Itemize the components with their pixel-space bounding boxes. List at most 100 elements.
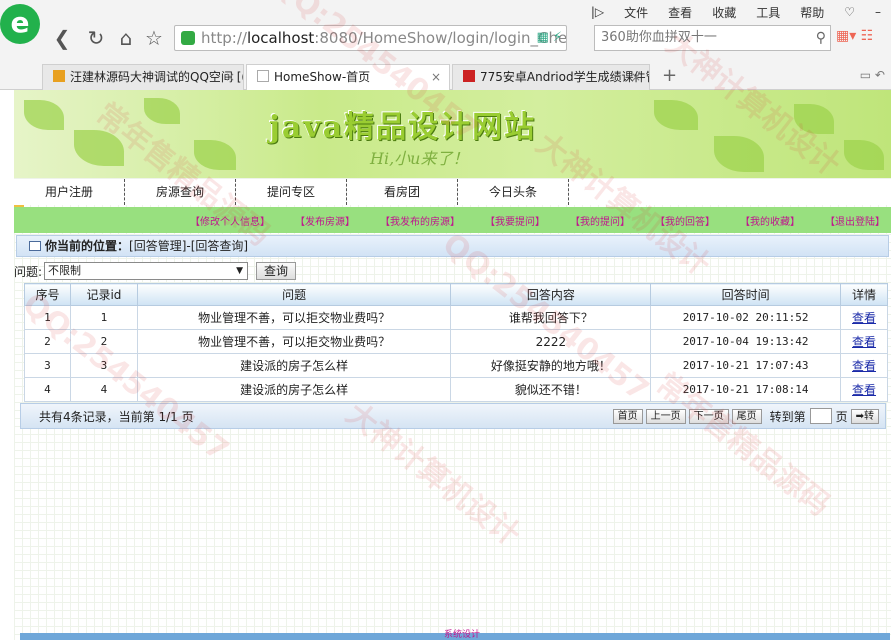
skin-icon[interactable]: ♡ — [844, 5, 855, 19]
secure-shield-icon — [181, 31, 195, 45]
site-subtitle: Hi,小u来了！ — [370, 149, 469, 168]
page-number-input[interactable] — [809, 408, 832, 424]
filter-label: 问题: — [14, 264, 43, 279]
subnav-my-questions[interactable]: 【我的提问】 — [570, 213, 630, 228]
cell-id: 2 — [69, 329, 138, 354]
location-path: [回答管理]-[回答查询] — [129, 239, 249, 253]
nav-viewing-group[interactable]: 看房团 — [347, 179, 458, 205]
cell-no: 3 — [24, 353, 71, 378]
compat-mode-icon[interactable]: ▦ ⚡ — [536, 26, 562, 50]
subnav-publish-house[interactable]: 【发布房源】 — [295, 213, 355, 228]
subnav-logout[interactable]: 【退出登陆】 — [825, 213, 885, 228]
subnav-edit-profile[interactable]: 【修改个人信息】 — [190, 213, 270, 228]
table-row: 4 4 建设派的房子怎么样 貌似还不错！ 2017-10-21 17:08:14… — [24, 377, 888, 402]
cell-detail: 查看 — [840, 377, 888, 402]
restore-tabs-icon[interactable]: ▭ ↶ — [860, 68, 885, 82]
refresh-icon[interactable]: ↻ — [84, 26, 108, 50]
cell-detail: 查看 — [840, 353, 888, 378]
question-select-value: 不限制 — [48, 264, 82, 277]
menu-help[interactable]: 帮助 — [800, 4, 824, 21]
home-icon[interactable]: ⌂ — [114, 26, 138, 50]
tab-label: 汪建林源码大神调试的QQ空间 [( — [70, 70, 244, 84]
col-header: 详情 — [840, 283, 888, 306]
page-favicon-icon — [257, 70, 269, 82]
cell-time: 2017-10-04 19:13:42 — [650, 329, 842, 354]
cell-answer: 2222 — [450, 329, 652, 354]
nav-house-search[interactable]: 房源查询 — [125, 179, 236, 205]
pagination-bar: 共有4条记录，当前第 1/1 页 首页 上一页 下一页 尾页 转到第 页 ➡转 — [20, 403, 886, 429]
subnav-my-houses[interactable]: 【我发布的房源】 — [380, 213, 460, 228]
goto-label: 转到第 — [769, 409, 806, 424]
close-icon[interactable]: × — [631, 65, 641, 89]
new-tab-plus-icon[interactable]: + — [652, 64, 687, 90]
favorite-star-icon[interactable]: ☆ — [142, 26, 166, 50]
view-link[interactable]: 查看 — [852, 383, 876, 397]
url-prefix: http:// — [201, 29, 247, 47]
cell-answer: 貌似还不错！ — [450, 377, 652, 402]
menu-file[interactable]: 文件 — [624, 4, 648, 21]
tab-label: HomeShow-首页 — [274, 70, 371, 84]
view-link[interactable]: 查看 — [852, 359, 876, 373]
next-page-button[interactable]: 下一页 — [688, 408, 729, 424]
filter-bar: 问题: 不限制 ▼ 查询 — [14, 261, 297, 281]
col-header: 记录id — [69, 283, 138, 306]
cell-answer: 谁帮我回答下？ — [450, 305, 652, 330]
cell-question: 建设派的房子怎么样 — [136, 377, 452, 402]
table-header-row: 序号 记录id 问题 回答内容 回答时间 详情 — [24, 283, 888, 306]
subnav-my-favorites[interactable]: 【我的收藏】 — [740, 213, 800, 228]
col-header: 问题 — [136, 283, 452, 306]
subnav-ask-question[interactable]: 【我要提问】 — [485, 213, 545, 228]
window-icon — [29, 241, 41, 251]
col-header: 回答时间 — [650, 283, 842, 306]
cell-question: 建设派的房子怎么样 — [136, 353, 452, 378]
menu-favorites[interactable]: 收藏 — [712, 4, 736, 21]
cell-detail: 查看 — [840, 305, 888, 330]
address-bar[interactable]: http://localhost:8080/HomeShow/login/log… — [174, 25, 567, 51]
question-select[interactable]: 不限制 ▼ — [44, 262, 249, 280]
url-rest: :8080/HomeShow/login/login_Chec — [314, 29, 567, 47]
query-button[interactable]: 查询 — [256, 262, 297, 280]
view-link[interactable]: 查看 — [852, 311, 876, 325]
site-banner: java精品设计网站 Hi,小u来了！ — [14, 90, 891, 178]
nav-headlines[interactable]: 今日头条 — [458, 179, 569, 205]
menu-view[interactable]: 查看 — [668, 4, 692, 21]
back-icon[interactable]: ❮ — [50, 26, 74, 50]
footer-bar: 系统设计 — [20, 630, 890, 640]
first-page-button[interactable]: 首页 — [612, 408, 643, 424]
go-button[interactable]: ➡转 — [850, 408, 879, 424]
site-favicon-icon — [463, 70, 475, 82]
footer-text: 系统设计 — [444, 630, 481, 640]
nav-question-zone[interactable]: 提问专区 — [236, 179, 347, 205]
browser-menu-bar: |▷ 文件 查看 收藏 工具 帮助 ♡ – — [591, 2, 881, 22]
cell-no: 4 — [24, 377, 71, 402]
apps-icon[interactable]: ▦▾ ☷ — [836, 28, 873, 44]
page-unit-label: 页 — [835, 409, 848, 424]
cell-id: 1 — [69, 305, 138, 330]
location-label: 你当前的位置： — [45, 239, 130, 253]
view-link[interactable]: 查看 — [852, 335, 876, 349]
cell-no: 2 — [24, 329, 71, 354]
web-page: java精品设计网站 Hi,小u来了！ 用户注册 房源查询 提问专区 看房团 今… — [14, 90, 891, 640]
tab-qzone[interactable]: 汪建林源码大神调试的QQ空间 [( × — [42, 64, 244, 90]
user-subnav: 【修改个人信息】 【发布房源】 【我发布的房源】 【我要提问】 【我的提问】 【… — [14, 207, 891, 233]
browser-logo-icon[interactable]: e — [0, 4, 40, 44]
nav-register[interactable]: 用户注册 — [14, 179, 125, 205]
main-nav: 用户注册 房源查询 提问专区 看房团 今日头条 — [14, 179, 891, 205]
cell-time: 2017-10-02 20:11:52 — [650, 305, 842, 330]
search-box[interactable]: 360助你血拼双十一 ⚲ — [594, 25, 831, 51]
tab-homeshow[interactable]: HomeShow-首页 × — [246, 64, 450, 90]
menu-tools[interactable]: 工具 — [756, 4, 780, 21]
tab-android[interactable]: 775安卓Andriod学生成绩课件管 × — [452, 64, 650, 90]
minimize-icon[interactable]: – — [875, 5, 881, 19]
prev-page-button[interactable]: 上一页 — [645, 408, 686, 424]
close-icon[interactable]: × — [225, 65, 235, 89]
tab-label: 775安卓Andriod学生成绩课件管 — [480, 70, 650, 84]
search-icon[interactable]: ⚲ — [816, 26, 826, 50]
sidebar-toggle-icon[interactable]: |▷ — [591, 5, 604, 19]
answers-table: 序号 记录id 问题 回答内容 回答时间 详情 1 1 物业管理不善，可以拒交物… — [24, 283, 888, 402]
table-row: 2 2 物业管理不善，可以拒交物业费吗？ 2222 2017-10-04 19:… — [24, 329, 888, 354]
close-icon[interactable]: × — [431, 65, 441, 89]
subnav-my-answers[interactable]: 【我的回答】 — [655, 213, 715, 228]
cell-answer: 好像挺安静的地方哦！ — [450, 353, 652, 378]
last-page-button[interactable]: 尾页 — [731, 408, 762, 424]
